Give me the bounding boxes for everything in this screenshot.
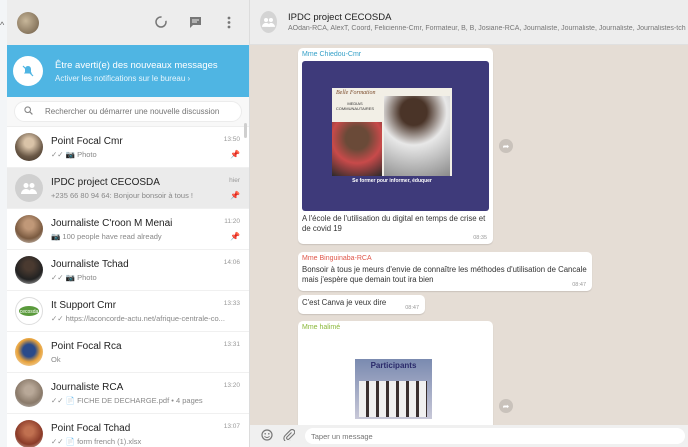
- caret-icon: ^: [0, 20, 5, 30]
- message-text: A l'école de l'utilisation du digital en…: [302, 214, 486, 233]
- pin-icon: 📌: [230, 232, 240, 241]
- pin-icon: 📌: [230, 191, 240, 200]
- message-list: Mme Chiedou-Cmr Belle Formation MEDIAS C…: [250, 45, 688, 431]
- message-composer: [250, 425, 688, 447]
- chat-time: 14:06: [223, 259, 240, 266]
- notification-banner[interactable]: Être averti(e) des nouveaux messages Act…: [7, 45, 249, 97]
- chat-members: AOdan-RCA, AlexT, Coord, Felicienne-Cmr,…: [288, 25, 686, 32]
- chat-preview: ✓✓ 📷 Photo: [51, 149, 97, 159]
- chat-header[interactable]: IPDC project CECOSDA AOdan-RCA, AlexT, C…: [250, 0, 688, 45]
- chat-time: hier: [229, 177, 240, 184]
- chat-pane: IPDC project CECOSDA AOdan-RCA, AlexT, C…: [250, 0, 688, 447]
- new-chat-icon[interactable]: [187, 14, 203, 30]
- message-time: 08:35: [473, 235, 487, 241]
- sidebar-header: [7, 0, 249, 45]
- chat-title: IPDC project CECOSDA: [288, 12, 392, 23]
- svg-text:cecosda: cecosda: [20, 309, 39, 315]
- emoji-icon[interactable]: [261, 428, 273, 444]
- message-image[interactable]: Belle Formation MEDIAS COMMUNAUTAIRES Se…: [302, 61, 489, 211]
- chat-name: Journaliste Tchad: [51, 258, 129, 270]
- avatar[interactable]: [17, 11, 39, 34]
- search-icon[interactable]: [24, 106, 33, 117]
- message-text: Bonsoir à tous je meurs d'envie de conna…: [302, 265, 587, 284]
- image-caption-top: Belle Formation: [336, 90, 376, 96]
- avatar: [15, 420, 43, 447]
- chat-name: Journaliste C'roon M Menai: [51, 217, 173, 229]
- image-caption-bottom: Se former pour informer, éduquer: [352, 178, 432, 184]
- chat-item-point-focal-rca[interactable]: Point Focal Rca Ok 13:31: [7, 332, 249, 373]
- sidebar: Être averti(e) des nouveaux messages Act…: [7, 0, 250, 447]
- chat-time: 13:33: [223, 300, 240, 307]
- avatar: [15, 133, 43, 161]
- message-time: 08:47: [405, 305, 419, 311]
- notification-subtitle[interactable]: Activer les notifications sur le bureau …: [55, 74, 218, 83]
- avatar: [15, 256, 43, 284]
- message-bubble[interactable]: Mme Binguinaba-RCA Bonsoir à tous je meu…: [298, 252, 592, 291]
- avatar: [15, 215, 43, 243]
- chat-time: 13:07: [223, 423, 240, 430]
- avatar: [15, 379, 43, 407]
- whatsapp-web-app: Être averti(e) des nouveaux messages Act…: [7, 0, 688, 447]
- message-text: C'est Canva je veux dire: [302, 298, 387, 307]
- chat-item-journaliste-rca[interactable]: Journaliste RCA ✓✓ 📄 FICHE DE DECHARGE.p…: [7, 373, 249, 414]
- chat-preview: +235 66 80 94 64: Bonjour bonsoir à tous…: [51, 190, 193, 200]
- message-bubble[interactable]: Mme Chiedou-Cmr Belle Formation MEDIAS C…: [298, 48, 493, 244]
- chat-name: Point Focal Rca: [51, 340, 122, 352]
- chat-name: Journaliste RCA: [51, 381, 124, 393]
- message-input[interactable]: [305, 428, 685, 444]
- message-bubble[interactable]: C'est Canva je veux dire 08:47: [298, 295, 425, 314]
- forward-icon[interactable]: ➦: [499, 139, 513, 153]
- avatar: cecosda: [15, 297, 43, 325]
- chat-preview: ✓✓ https://laconcorde-actu.net/afrique-c…: [51, 313, 225, 323]
- bell-off-icon: [13, 56, 43, 86]
- chat-item-point-focal-cmr[interactable]: Point Focal Cmr ✓✓ 📷 Photo 13:50 📌: [7, 127, 249, 168]
- forward-icon[interactable]: ➦: [499, 399, 513, 413]
- chat-preview: ✓✓ 📄 form french (1).xlsx: [51, 436, 142, 446]
- chat-time: 13:50: [223, 136, 240, 143]
- pin-icon: 📌: [230, 150, 240, 159]
- chat-item-journaliste-tchad[interactable]: Journaliste Tchad ✓✓ 📷 Photo 14:06: [7, 250, 249, 291]
- image-caption-top: Participants: [370, 361, 417, 370]
- chat-preview: Ok: [51, 354, 61, 364]
- chat-preview: ✓✓ 📷 Photo: [51, 272, 97, 282]
- chat-name: Point Focal Cmr: [51, 135, 123, 147]
- message-bubble[interactable]: Mme halimé Participants: [298, 321, 493, 431]
- message-sender: Mme halimé: [302, 324, 341, 331]
- chat-item-point-focal-tchad[interactable]: Point Focal Tchad ✓✓ 📄 form french (1).x…: [7, 414, 249, 447]
- message-sender: Mme Binguinaba-RCA: [302, 255, 372, 262]
- chat-preview: ✓✓ 📄 FICHE DE DECHARGE.pdf • 4 pages: [51, 395, 203, 405]
- group-avatar-icon: [15, 174, 43, 202]
- chat-time: 11:20: [224, 218, 240, 225]
- status-icon[interactable]: [153, 14, 169, 30]
- chat-list: Point Focal Cmr ✓✓ 📷 Photo 13:50 📌 IPDC …: [7, 127, 249, 447]
- chat-time: 13:20: [223, 382, 240, 389]
- notification-title: Être averti(e) des nouveaux messages: [55, 59, 218, 71]
- paperclip-icon[interactable]: [283, 428, 296, 444]
- chat-name: It Support Cmr: [51, 299, 117, 311]
- avatar: [15, 338, 43, 366]
- chat-preview: 📷 100 people have read already: [51, 231, 162, 241]
- group-avatar-icon[interactable]: [260, 11, 277, 33]
- chat-item-it-support-cmr[interactable]: cecosda It Support Cmr ✓✓ https://laconc…: [7, 291, 249, 332]
- message-image[interactable]: Participants: [355, 359, 432, 419]
- message-time: 08:47: [572, 282, 586, 288]
- chat-item-ipdc-project-cecosda[interactable]: IPDC project CECOSDA +235 66 80 94 64: B…: [7, 168, 249, 209]
- image-caption-mid: MEDIAS COMMUNAUTAIRES: [335, 101, 375, 111]
- message-sender: Mme Chiedou-Cmr: [302, 51, 362, 58]
- search-bar: [7, 97, 249, 127]
- chat-name: IPDC project CECOSDA: [51, 176, 160, 188]
- search-input[interactable]: [45, 107, 235, 116]
- chat-name: Point Focal Tchad: [51, 422, 131, 434]
- chat-item-journaliste-croon[interactable]: Journaliste C'roon M Menai 📷 100 people …: [7, 209, 249, 250]
- menu-icon[interactable]: [221, 14, 237, 30]
- window-edge: ^: [0, 0, 7, 447]
- chat-time: 13:31: [223, 341, 240, 348]
